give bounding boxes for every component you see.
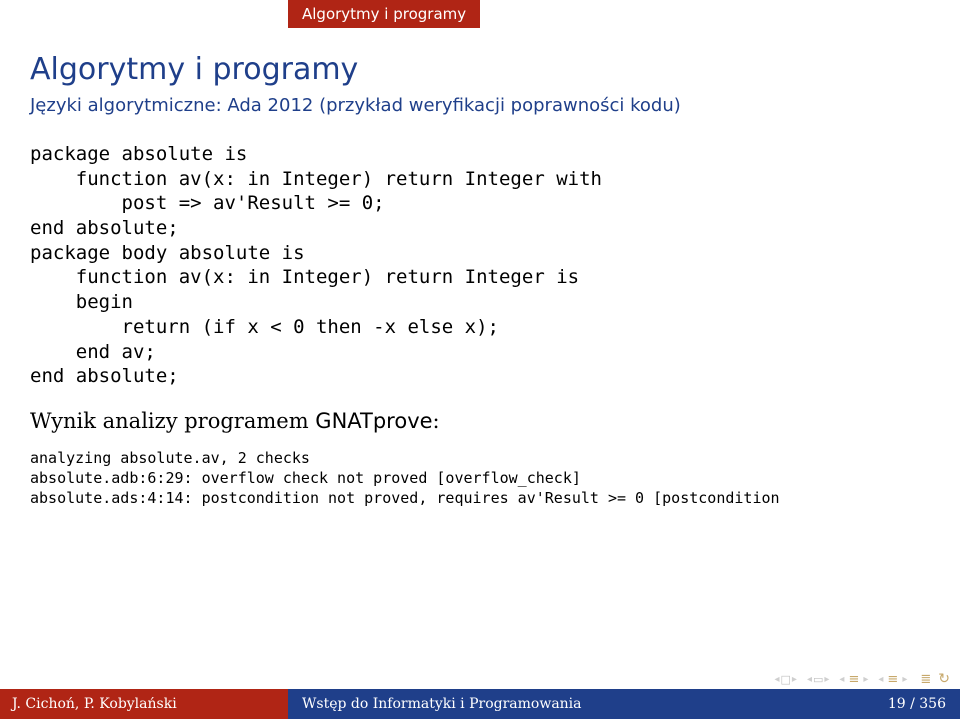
analysis-heading-tool: GNATprove — [315, 409, 432, 433]
nav-frame-group[interactable]: ◂ □ ▸ — [774, 673, 796, 686]
footer-page: 19 / 356 — [888, 696, 946, 712]
nav-doc-group[interactable]: ◂ ≡ ▸ — [878, 672, 907, 687]
nav-doc-icon: ≡ — [887, 672, 898, 687]
analysis-heading-prefix: Wynik analizy programem — [30, 409, 315, 433]
nav-next-icon[interactable]: ▸ — [792, 674, 797, 685]
footer-bar: J. Cichoń, P. Kobylański Wstęp do Inform… — [0, 689, 960, 719]
nav-loop-icon[interactable]: ↻ — [938, 671, 950, 687]
slide-title: Algorytmy i programy — [30, 52, 930, 87]
analysis-output: analyzing absolute.av, 2 checks absolute… — [30, 448, 930, 509]
section-tab: Algorytmy i programy — [288, 0, 480, 28]
nav-prev-icon[interactable]: ◂ — [839, 674, 844, 685]
nav-next-icon[interactable]: ▸ — [863, 674, 868, 685]
nav-prev-icon[interactable]: ◂ — [807, 674, 812, 685]
nav-subsection-group[interactable]: ◂ ▭ ▸ — [807, 673, 829, 686]
code-block: package absolute is function av(x: in In… — [30, 142, 930, 389]
footer-right: Wstęp do Informatyki i Programowania 19 … — [288, 689, 960, 719]
nav-section-group[interactable]: ◂ ≡ ▸ — [839, 672, 868, 687]
nav-subsection-icon: ▭ — [813, 673, 823, 686]
analysis-heading-suffix: : — [433, 409, 440, 433]
beamer-nav-icons: ◂ □ ▸ ◂ ▭ ▸ ◂ ≡ ▸ ◂ ≡ ▸ ≣ ↻ — [774, 671, 950, 687]
nav-prev-icon[interactable]: ◂ — [878, 674, 883, 685]
footer-authors: J. Cichoń, P. Kobylański — [0, 689, 288, 719]
analysis-heading: Wynik analizy programem GNATprove: — [30, 409, 930, 433]
slide-subtitle: Języki algorytmiczne: Ada 2012 (przykład… — [30, 95, 930, 116]
nav-prev-icon[interactable]: ◂ — [774, 674, 779, 685]
nav-section-icon: ≡ — [848, 672, 859, 687]
footer-title: Wstęp do Informatyki i Programowania — [302, 696, 582, 712]
nav-frame-icon: □ — [781, 673, 791, 686]
slide-content: Algorytmy i programy Języki algorytmiczn… — [0, 0, 960, 509]
nav-next-icon[interactable]: ▸ — [902, 674, 907, 685]
nav-next-icon[interactable]: ▸ — [824, 674, 829, 685]
nav-goto-icon[interactable]: ≣ — [920, 672, 931, 687]
